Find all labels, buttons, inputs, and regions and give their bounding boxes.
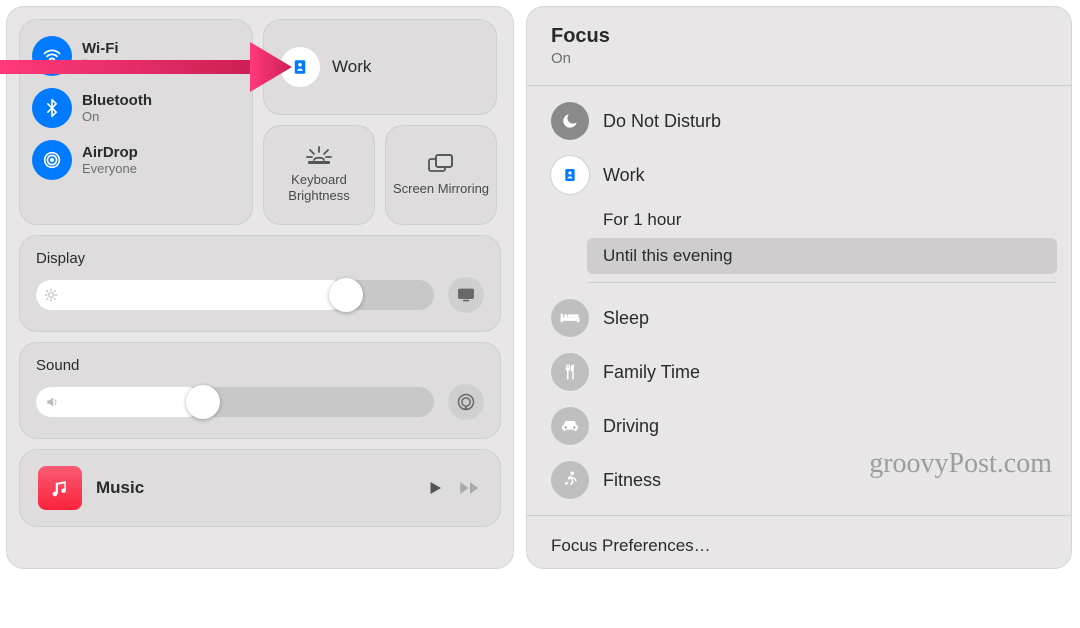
airdrop-title: AirDrop	[82, 144, 138, 161]
wifi-icon	[32, 36, 72, 76]
bluetooth-row[interactable]: Bluetooth On	[30, 82, 242, 134]
sound-tile: Sound	[19, 342, 501, 439]
work-option-1hour[interactable]: For 1 hour	[527, 202, 1071, 238]
focus-panel-title: Focus	[551, 25, 1047, 48]
connectivity-tile: Wi-Fi lion-luma Bluetooth On	[19, 19, 253, 225]
bluetooth-icon	[32, 88, 72, 128]
bluetooth-title: Bluetooth	[82, 92, 152, 109]
focus-panel: Focus On Do Not Disturb Work For 1 hour …	[526, 6, 1072, 569]
focus-item-dnd-label: Do Not Disturb	[603, 111, 721, 132]
focus-preferences-link[interactable]: Focus Preferences…	[527, 524, 1071, 560]
control-center: Wi-Fi lion-luma Bluetooth On	[6, 6, 514, 569]
bluetooth-status: On	[82, 109, 152, 124]
wifi-row[interactable]: Wi-Fi lion-luma	[30, 30, 242, 82]
work-badge-icon	[280, 47, 320, 87]
display-tile: Display	[19, 235, 501, 332]
music-tile[interactable]: Music	[19, 449, 501, 527]
focus-item-fitness-label: Fitness	[603, 470, 661, 491]
focus-item-driving[interactable]: Driving	[527, 399, 1071, 453]
screen-mirroring-label: Screen Mirroring	[393, 181, 489, 197]
moon-icon	[551, 102, 589, 140]
sound-slider[interactable]	[36, 387, 434, 417]
focus-panel-status: On	[551, 50, 1047, 67]
focus-item-family[interactable]: Family Time	[527, 345, 1071, 399]
display-menu-button[interactable]	[448, 277, 484, 313]
display-slider[interactable]	[36, 280, 434, 310]
focus-item-work[interactable]: Work	[527, 148, 1071, 202]
car-icon	[551, 407, 589, 445]
focus-item-sleep[interactable]: Sleep	[527, 291, 1071, 345]
play-button[interactable]	[426, 479, 444, 497]
focus-item-dnd[interactable]: Do Not Disturb	[527, 94, 1071, 148]
focus-item-work-label: Work	[603, 165, 645, 186]
music-title: Music	[96, 478, 412, 498]
keyboard-brightness-label: Keyboard Brightness	[264, 172, 374, 203]
focus-item-driving-label: Driving	[603, 416, 659, 437]
keyboard-brightness-icon	[305, 146, 333, 166]
focus-tile[interactable]: Work	[263, 19, 497, 115]
wifi-network: lion-luma	[82, 57, 135, 72]
focus-item-sleep-label: Sleep	[603, 308, 649, 329]
sound-title: Sound	[36, 357, 484, 374]
work-option-evening[interactable]: Until this evening	[587, 238, 1057, 274]
work-badge-icon	[551, 156, 589, 194]
airplay-audio-button[interactable]	[448, 384, 484, 420]
airdrop-icon	[32, 140, 72, 180]
wifi-title: Wi-Fi	[82, 40, 135, 57]
focus-item-family-label: Family Time	[603, 362, 700, 383]
screen-mirroring-tile[interactable]: Screen Mirroring	[385, 125, 497, 225]
fork-knife-icon	[551, 353, 589, 391]
bed-icon	[551, 299, 589, 337]
fast-forward-button[interactable]	[458, 479, 482, 497]
screen-mirroring-icon	[427, 153, 455, 175]
sun-icon	[44, 288, 58, 302]
music-app-icon	[38, 466, 82, 510]
airdrop-row[interactable]: AirDrop Everyone	[30, 134, 242, 186]
focus-tile-label: Work	[332, 57, 371, 77]
keyboard-brightness-tile[interactable]: Keyboard Brightness	[263, 125, 375, 225]
watermark: groovyPost.com	[869, 448, 1052, 480]
airdrop-status: Everyone	[82, 161, 138, 176]
display-title: Display	[36, 250, 484, 267]
speaker-icon	[44, 395, 60, 409]
running-icon	[551, 461, 589, 499]
